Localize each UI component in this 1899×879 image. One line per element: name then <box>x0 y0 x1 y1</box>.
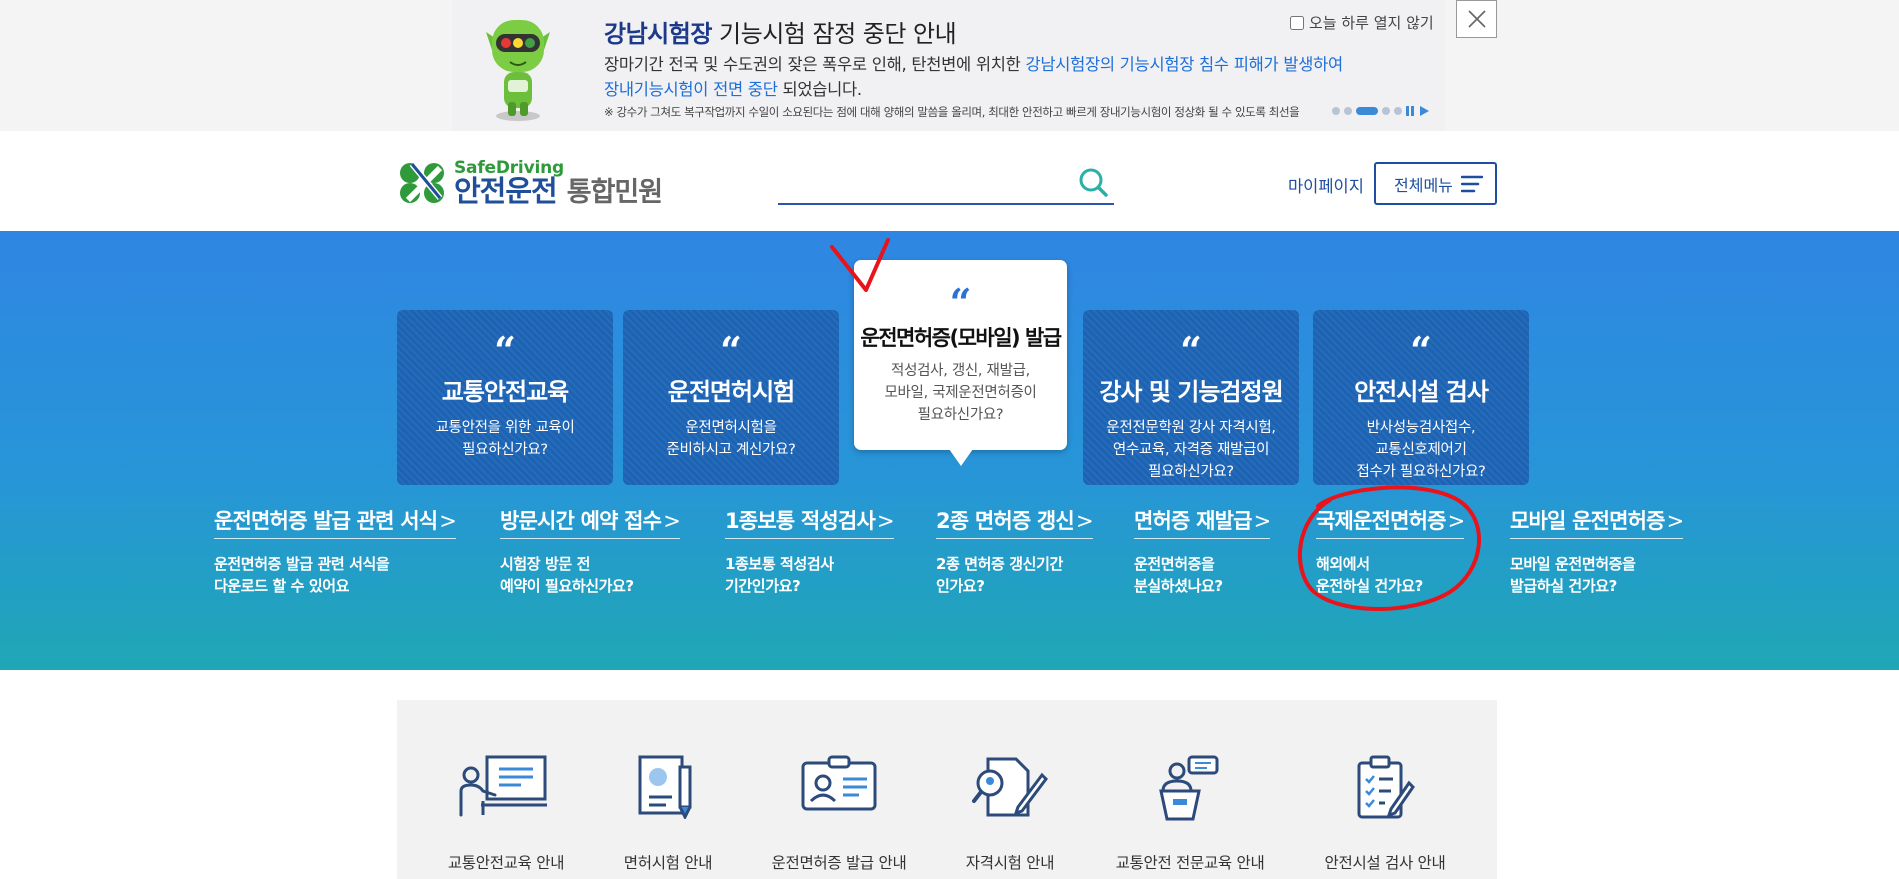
quick-link-desc: 해외에서 운전하실 건가요? <box>1316 555 1423 595</box>
qualification-search-icon <box>972 757 1048 817</box>
quote-icon: “ <box>494 328 516 373</box>
service-license-issuance[interactable] <box>801 755 877 813</box>
quick-link-visit-reservation[interactable]: 방문시간 예약 접수> 시험장 방문 전 예약이 필요하신가요? <box>500 505 681 597</box>
quick-link-international-license[interactable]: 국제운전면허증> 해외에서 운전하실 건가요? <box>1316 505 1466 597</box>
mypage-link[interactable]: 마이페이지 <box>1288 173 1364 197</box>
notice-body: 장마기간 전국 및 수도권의 잦은 폭우로 인해, 탄천변에 위치한 강남시험장… <box>604 55 1343 99</box>
quick-link-class2-renewal[interactable]: 2종 면허증 갱신> 2종 면허증 갱신기간 인가요? <box>936 505 1094 597</box>
logo-sub-text: 통합민원 <box>566 177 663 208</box>
quick-link-desc: 시험장 방문 전 예약이 필요하신가요? <box>500 555 634 595</box>
chevron-right-icon: > <box>1447 509 1466 533</box>
quick-link-desc: 1종보통 적성검사 기간인가요? <box>725 555 834 595</box>
card-desc: 반사성능검사접수, 교통신호제어기 접수가 필요하신가요? <box>1356 420 1486 480</box>
service-qualification-exam[interactable] <box>972 755 1048 819</box>
site-logo[interactable]: SafeDriving 안전운전 통합민원 <box>396 160 663 208</box>
checklist-clipboard-icon <box>1357 755 1415 819</box>
card-title: 안전시설 검사 <box>1354 378 1489 406</box>
quick-link-title[interactable]: 2종 면허증 갱신 <box>936 509 1075 533</box>
search-button[interactable] <box>1076 165 1110 199</box>
notice-close-button[interactable] <box>1456 0 1497 38</box>
hamburger-menu-icon <box>1461 175 1483 193</box>
quick-link-title[interactable]: 면허증 재발급 <box>1134 509 1252 533</box>
search-bar <box>778 160 1114 205</box>
card-instructor-examiner[interactable]: “ 강사 및 기능검정원 운전전문학원 강사 자격시험, 연수교육, 자격증 재… <box>1083 310 1299 485</box>
card-license-exam[interactable]: “ 운전면허시험 운전면허시험을 준비하시고 계신가요? <box>623 310 839 485</box>
card-title: 운전면허시험 <box>667 378 795 406</box>
card-traffic-safety-education[interactable]: “ 교통안전교육 교통안전을 위한 교육이 필요하신가요? <box>397 310 613 485</box>
quote-icon: “ <box>720 328 742 373</box>
quick-link-class1-aptitude-test[interactable]: 1종보통 적성검사> 1종보통 적성검사 기간인가요? <box>725 505 895 597</box>
quick-link-desc: 모바일 운전면허증을 발급하실 건가요? <box>1510 555 1636 595</box>
notice-note: ※ 강수가 그쳐도 복구작업까지 수일이 소요된다는 점에 대해 양해의 말씀을… <box>604 105 1300 119</box>
logo-main-text: 안전운전 <box>454 174 558 208</box>
chevron-right-icon: > <box>663 509 681 533</box>
card-title: 강사 및 기능검정원 <box>1099 378 1283 406</box>
service-safety-facility-inspection[interactable] <box>1355 755 1415 821</box>
active-card-pointer <box>949 449 973 466</box>
quick-link-title[interactable]: 1종보통 적성검사 <box>725 509 876 533</box>
quick-link-desc: 운전면허증을 분실하셨나요? <box>1134 555 1223 595</box>
banner-pager-icon[interactable] <box>1330 103 1430 119</box>
chevron-right-icon: > <box>1075 509 1094 533</box>
dont-show-today-label: 오늘 하루 열지 않기 <box>1309 14 1434 32</box>
card-license-issuance[interactable]: “ 운전면허증(모바일) 발급 적성검사, 갱신, 재발급, 모바일, 국제운전… <box>854 260 1067 450</box>
quote-icon: “ <box>949 280 972 325</box>
card-desc: 운전면허시험을 준비하시고 계신가요? <box>666 420 796 458</box>
chevron-right-icon: > <box>439 509 457 533</box>
service-label[interactable]: 면허시험 안내 <box>624 851 713 873</box>
search-input[interactable] <box>778 166 1058 198</box>
quick-link-title[interactable]: 국제운전면허증 <box>1316 509 1446 533</box>
traffic-light-mascot-icon <box>486 20 550 121</box>
search-icon <box>1079 168 1108 197</box>
service-label[interactable]: 운전면허증 발급 안내 <box>772 851 907 873</box>
service-label[interactable]: 안전시설 검사 안내 <box>1325 851 1446 873</box>
card-desc: 운전전문학원 강사 자격시험, 연수교육, 자격증 재발급이 필요하신가요? <box>1106 420 1276 480</box>
card-desc: 적성검사, 갱신, 재발급, 모바일, 국제운전면허증이 필요하신가요? <box>884 363 1037 423</box>
card-title: 운전면허증(모바일) 발급 <box>860 326 1062 350</box>
chevron-right-icon: > <box>1253 509 1272 533</box>
quote-icon: “ <box>1180 328 1202 373</box>
service-label[interactable]: 자격시험 안내 <box>966 851 1055 873</box>
quote-icon: “ <box>1410 328 1432 373</box>
card-safety-facility-inspection[interactable]: “ 안전시설 검사 반사성능검사접수, 교통신호제어기 접수가 필요하신가요? <box>1313 310 1529 485</box>
quick-link-forms[interactable]: 운전면허증 발급 관련 서식> 운전면허증 발급 관련 서식을 다운로드 할 수… <box>214 505 457 597</box>
card-desc: 교통안전을 위한 교육이 필요하신가요? <box>435 420 575 458</box>
quick-link-mobile-license[interactable]: 모바일 운전면허증> 모바일 운전면허증을 발급하실 건가요? <box>1510 505 1685 597</box>
all-menu-button[interactable]: 전체메뉴 <box>1374 162 1497 205</box>
quick-link-title[interactable]: 운전면허증 발급 관련 서식 <box>214 509 438 533</box>
quick-link-title[interactable]: 모바일 운전면허증 <box>1510 509 1665 533</box>
dont-show-today-checkbox[interactable] <box>1290 15 1304 30</box>
quick-link-title[interactable]: 방문시간 예약 접수 <box>500 509 662 533</box>
all-menu-label: 전체메뉴 <box>1394 177 1453 195</box>
license-card-icon <box>801 755 877 811</box>
quick-link-desc: 2종 면허증 갱신기간 인가요? <box>936 555 1063 595</box>
notice-title: 강남시험장 기능시험 잠정 중단 안내 <box>604 20 957 48</box>
service-traffic-education[interactable] <box>457 755 553 819</box>
quick-link-desc: 운전면허증 발급 관련 서식을 다운로드 할 수 있어요 <box>214 555 390 595</box>
card-title: 교통안전교육 <box>441 378 569 406</box>
quick-link-reissue[interactable]: 면허증 재발급> 운전면허증을 분실하셨나요? <box>1134 505 1272 597</box>
service-label[interactable]: 교통안전 전문교육 안내 <box>1116 851 1265 873</box>
chevron-right-icon: > <box>1666 509 1685 533</box>
service-traffic-professional-education[interactable] <box>1157 755 1221 821</box>
close-icon <box>1467 10 1486 28</box>
service-label[interactable]: 교통안전교육 안내 <box>448 851 565 873</box>
service-license-exam[interactable] <box>636 755 700 819</box>
exam-document-icon <box>638 755 692 819</box>
clover-logo-icon <box>400 162 444 203</box>
lecture-podium-icon <box>1159 755 1219 821</box>
chevron-right-icon: > <box>876 509 895 533</box>
dont-show-today-option[interactable]: 오늘 하루 열지 않기 <box>1290 12 1434 33</box>
presentation-icon <box>459 755 547 817</box>
